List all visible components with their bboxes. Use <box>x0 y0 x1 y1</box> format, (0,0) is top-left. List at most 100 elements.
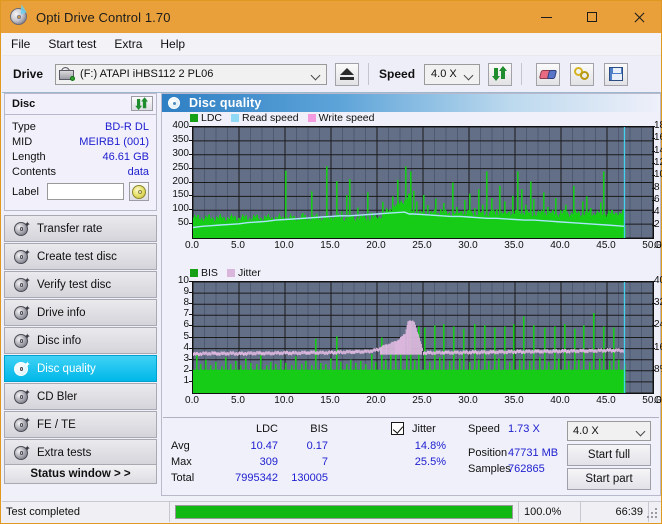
refresh-button[interactable] <box>488 62 513 86</box>
save-button[interactable] <box>604 62 629 86</box>
y-axis-tick: 6 <box>183 319 189 331</box>
erase-button[interactable] <box>536 62 561 86</box>
x-axis-tick: 40.0 <box>550 240 570 251</box>
x-axis-unit-label: GB <box>654 240 662 251</box>
sidebar-item-label: CD Bler <box>37 390 78 403</box>
x-axis-tick: 35.0 <box>504 395 524 406</box>
x-axis-tick: 0.0 <box>185 240 199 251</box>
x-axis-tick: 0.0 <box>185 395 199 406</box>
y2-axis-tickmark <box>652 163 655 164</box>
y2-axis-tickmark <box>652 126 655 127</box>
resize-grip[interactable] <box>647 508 659 520</box>
elapsed-time: 66:39 <box>615 506 643 518</box>
drive-toolbar: Drive (F:) ATAPI iHBS112 2 PL06 Speed 4.… <box>2 56 661 93</box>
sidebar-item-extra-tests[interactable]: ✦ Extra tests <box>4 439 157 466</box>
disc-row-length: Length 46.61 GB <box>12 149 149 164</box>
close-button[interactable] <box>615 1 661 33</box>
title-bar: Opti Drive Control 1.70 <box>1 1 661 33</box>
eject-icon <box>340 68 355 75</box>
disc-extra-icon: ✦ <box>13 444 31 461</box>
drive-select-value: (F:) ATAPI iHBS112 2 PL06 <box>80 68 214 80</box>
link-button[interactable] <box>570 62 595 86</box>
disc-panel-header: Disc <box>5 94 156 115</box>
legend-label: LDC <box>201 112 223 124</box>
page-title: Disc quality <box>189 96 262 110</box>
y-axis-tick: 250 <box>172 161 189 173</box>
sidebar-item-disc-info[interactable]: ✦ Disc info <box>4 327 157 354</box>
y-axis-tick: 350 <box>172 133 189 145</box>
jitter-checkbox[interactable] <box>391 422 404 435</box>
stats-row-max-label: Max <box>171 456 192 468</box>
drive-label: Drive <box>13 67 44 81</box>
x-axis-tick: 30.0 <box>458 240 478 251</box>
menu-item-start-test[interactable]: Start test <box>39 35 105 53</box>
save-icon <box>609 67 624 81</box>
x-axis-tick: 10.0 <box>274 240 294 251</box>
stats-row-avg-ldc: 10.47 <box>250 440 278 452</box>
sidebar-item-drive-info[interactable]: ✦ Drive info <box>4 299 157 326</box>
y2-axis-tickmark <box>652 187 655 189</box>
disc-quality-icon: ✦ <box>13 360 31 377</box>
disc-refresh-button[interactable] <box>131 96 153 111</box>
y2-axis-tick: 8% <box>654 363 662 375</box>
x-axis-tick: 10.0 <box>274 395 294 406</box>
disc-bler-icon: ✦ <box>13 388 31 405</box>
status-window-button[interactable]: Status window > > <box>4 464 157 484</box>
disc-fete-icon: ✦ <box>13 416 31 433</box>
disc-quality-panel: Disc quality LDC Read speed Write speed 40… <box>161 93 662 496</box>
menu-item-file[interactable]: File <box>2 35 39 53</box>
sidebar-item-create-test-disc[interactable]: ✦ Create test disc <box>4 243 157 270</box>
menu-bar: File Start test Extra Help <box>2 33 661 56</box>
minimize-button[interactable] <box>523 1 569 33</box>
test-speed-select[interactable]: 4.0 X <box>567 421 651 441</box>
disc-quality-icon <box>168 96 183 110</box>
menu-item-extra[interactable]: Extra <box>105 35 151 53</box>
sidebar-item-verify-test-disc[interactable]: ✦ Verify test disc <box>4 271 157 298</box>
y-axis-tick: 3 <box>183 352 189 364</box>
sidebar-item-label: Extra tests <box>37 446 92 459</box>
start-part-button[interactable]: Start part <box>567 468 651 490</box>
x-axis-tick: 5.0 <box>231 395 245 406</box>
y-axis-tick: 50 <box>177 217 189 229</box>
disc-properties: Type BD-R DL MID MEIRB1 (001) Length 46.… <box>5 115 156 201</box>
stats-row-total-bis: 130005 <box>291 472 328 484</box>
x-axis-tick: 20.0 <box>366 395 386 406</box>
y2-axis-tickmark <box>652 212 655 214</box>
ldc-chart-legend: LDC Read speed Write speed <box>190 112 380 124</box>
ldc-chart: LDC Read speed Write speed 400 350 300 250 200… <box>162 112 662 267</box>
y-axis-tick: 10 <box>177 275 189 286</box>
start-full-button[interactable]: Start full <box>567 444 651 466</box>
window-controls <box>523 1 661 33</box>
y-axis-tickmark <box>189 292 192 294</box>
progress-text-cell: 100.0% <box>519 502 581 522</box>
status-window-label: Status window > > <box>30 468 131 480</box>
sidebar-item-transfer-rate[interactable]: ✦ Transfer rate <box>4 215 157 242</box>
test-speed-value: 4.0 X <box>573 425 599 437</box>
y-axis-tickmark <box>189 181 192 183</box>
y-axis-tick: 400 <box>172 120 189 131</box>
chart-canvas <box>193 127 653 238</box>
y-axis-tickmark <box>189 167 192 169</box>
y-axis-tickmark <box>189 303 192 305</box>
menu-item-help[interactable]: Help <box>151 35 194 53</box>
drive-select[interactable]: (F:) ATAPI iHBS112 2 PL06 <box>55 63 328 85</box>
legend-entry: LDC <box>190 112 222 124</box>
sidebar-item-label: FE / TE <box>37 418 76 431</box>
maximize-button[interactable] <box>569 1 615 33</box>
sidebar-item-label: Verify test disc <box>37 278 112 291</box>
progress-percent: 100.0% <box>524 506 562 518</box>
sidebar-item-disc-quality[interactable]: ✦ Disc quality <box>4 355 157 382</box>
elapsed-cell: 66:39 <box>581 502 649 522</box>
speed-select[interactable]: 4.0 X <box>424 63 481 85</box>
disc-label-button[interactable] <box>129 182 149 201</box>
eject-button[interactable] <box>335 62 360 86</box>
sidebar-item-cd-bler[interactable]: ✦ CD Bler <box>4 383 157 410</box>
sidebar-item-fe-te[interactable]: ✦ FE / TE <box>4 411 157 438</box>
y-axis-tick: 100 <box>172 203 189 215</box>
progress-cell <box>170 502 519 522</box>
minimize-icon <box>540 16 552 18</box>
y-axis-tickmark <box>189 209 192 211</box>
disc-label-input[interactable] <box>47 183 125 200</box>
disc-row-contents: Contents data <box>12 164 149 179</box>
disc-panel-title: Disc <box>12 98 36 110</box>
